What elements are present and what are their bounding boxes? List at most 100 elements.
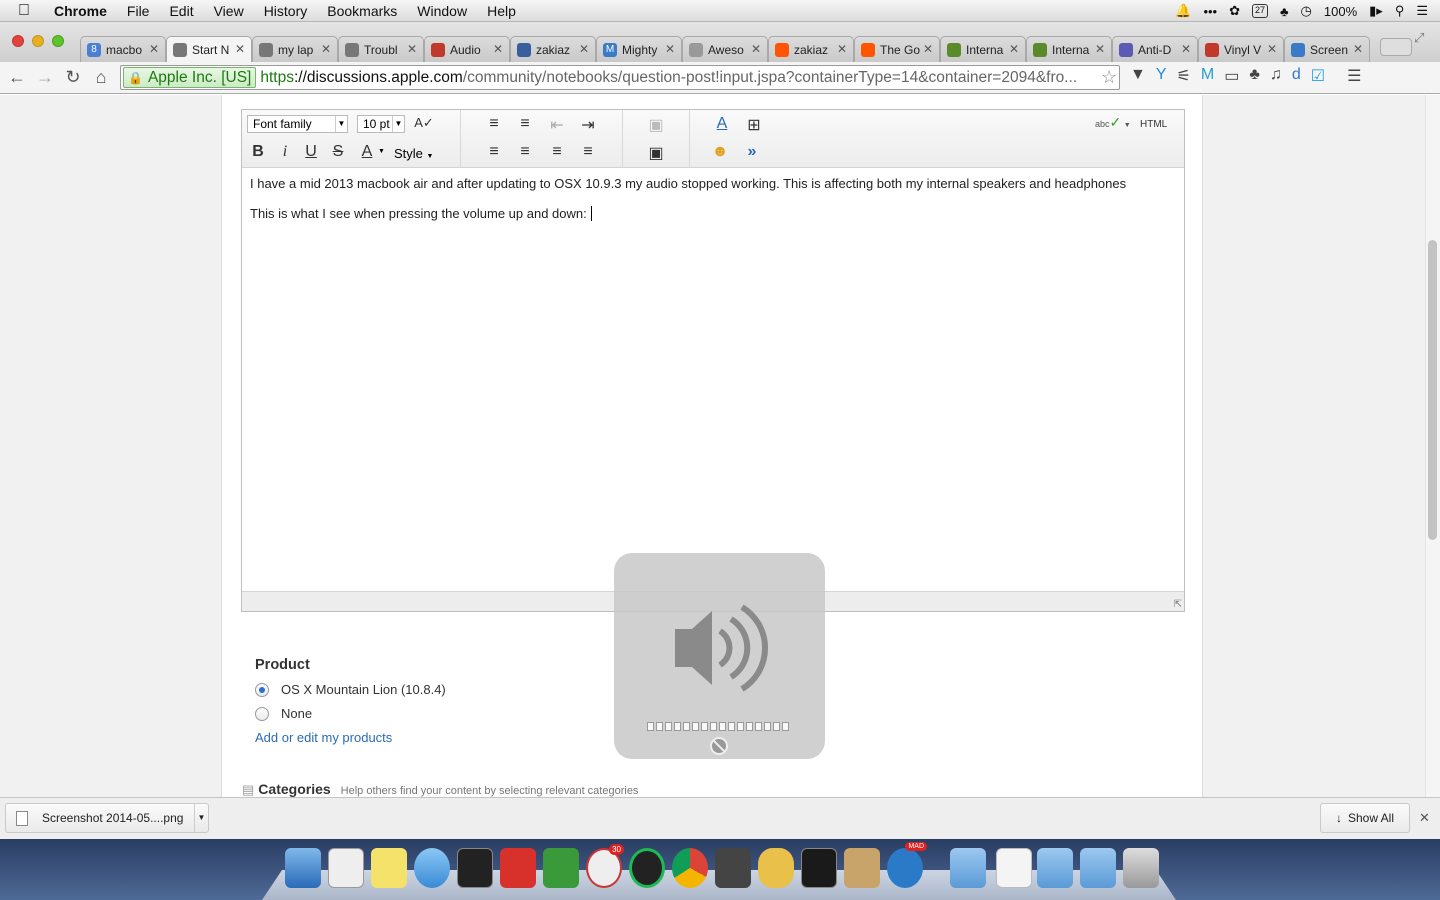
spotify-dock-icon[interactable] bbox=[629, 848, 665, 888]
underline-button[interactable]: U bbox=[301, 143, 321, 161]
scrollbar-thumb[interactable] bbox=[1428, 240, 1437, 540]
close-icon[interactable]: ✕ bbox=[321, 42, 331, 56]
utility-dock-icon[interactable] bbox=[844, 848, 880, 888]
bookmark-star-icon[interactable]: ☆ bbox=[1101, 67, 1117, 88]
download-menu-button[interactable]: ▼ bbox=[194, 804, 208, 832]
downloads-folder-dock-icon[interactable] bbox=[1080, 848, 1116, 888]
tab-8[interactable]: Aweso ✕ bbox=[682, 36, 768, 62]
tab-6[interactable]: zakiaz ✕ bbox=[510, 36, 596, 62]
ext-m-icon[interactable]: M bbox=[1201, 66, 1214, 86]
close-icon[interactable]: ✕ bbox=[1009, 42, 1019, 56]
radio-unselected[interactable] bbox=[255, 706, 269, 721]
close-downloads-icon[interactable]: ✕ bbox=[1419, 810, 1430, 826]
messages-dock-icon[interactable] bbox=[414, 848, 450, 888]
numbered-list-icon[interactable]: ≡ bbox=[515, 115, 535, 133]
menu-help[interactable]: Help bbox=[487, 3, 516, 19]
italic-button[interactable]: i bbox=[275, 143, 295, 161]
url-text[interactable]: https://discussions.apple.com/community/… bbox=[260, 69, 1077, 87]
terminal-dock-icon[interactable] bbox=[457, 848, 493, 888]
document-dock-icon[interactable] bbox=[996, 848, 1032, 888]
close-icon[interactable]: ✕ bbox=[837, 42, 847, 56]
back-arrow-icon[interactable]: ← bbox=[3, 67, 31, 88]
strikethrough-button[interactable]: S bbox=[328, 143, 348, 161]
tab-10[interactable]: The Go ✕ bbox=[854, 36, 940, 62]
pocket-icon[interactable]: ▼ bbox=[1130, 66, 1146, 86]
clear-format-icon[interactable]: A✓ bbox=[414, 115, 434, 131]
fullscreen-icon[interactable]: ⤢ bbox=[1414, 30, 1424, 46]
resize-handle[interactable]: ⇱ bbox=[1174, 599, 1182, 610]
new-tab-button[interactable] bbox=[1380, 38, 1412, 56]
notification-bell-icon[interactable]: 🔔 bbox=[1175, 3, 1191, 19]
menu-file[interactable]: File bbox=[127, 3, 150, 19]
vertical-scrollbar[interactable] bbox=[1425, 95, 1440, 797]
calendar-icon[interactable]: 27 bbox=[1252, 4, 1268, 18]
tab-5[interactable]: Audio ✕ bbox=[424, 36, 510, 62]
time-machine-icon[interactable]: ◷ bbox=[1301, 3, 1312, 19]
battery-percent[interactable]: 100% bbox=[1324, 4, 1357, 19]
bullet-list-icon[interactable]: ≡ bbox=[484, 115, 504, 133]
battery-icon[interactable]: ▮▸ bbox=[1369, 3, 1383, 19]
ext-check-icon[interactable]: ☑ bbox=[1311, 66, 1325, 86]
more-options-icon[interactable]: » bbox=[742, 143, 762, 161]
product-option-none[interactable]: None bbox=[255, 706, 446, 721]
close-icon[interactable]: ✕ bbox=[751, 42, 761, 56]
apple-menu-icon[interactable]:  bbox=[18, 2, 40, 20]
close-icon[interactable]: ✕ bbox=[579, 42, 589, 56]
video-icon[interactable]: ▣ bbox=[646, 115, 666, 135]
cast-icon[interactable]: ▭ bbox=[1224, 66, 1239, 86]
align-center-icon[interactable]: ≡ bbox=[515, 143, 535, 161]
menu-view[interactable]: View bbox=[214, 3, 244, 19]
show-all-downloads-button[interactable]: ↓ Show All bbox=[1320, 803, 1410, 833]
camera-icon[interactable]: ▣ bbox=[646, 143, 666, 163]
tab-11[interactable]: Interna ✕ bbox=[940, 36, 1026, 62]
trash-dock-icon[interactable] bbox=[1123, 848, 1159, 888]
finder-dock-icon[interactable] bbox=[285, 848, 321, 888]
close-icon[interactable]: ✕ bbox=[1181, 42, 1191, 56]
tab-9[interactable]: zakiaz ✕ bbox=[768, 36, 854, 62]
chrome-menu-icon[interactable]: ☰ bbox=[1347, 66, 1361, 86]
menu-bookmarks[interactable]: Bookmarks bbox=[327, 3, 397, 19]
reminders-dock-icon[interactable] bbox=[328, 848, 364, 888]
forward-arrow-icon[interactable]: → bbox=[31, 67, 59, 88]
music-note-icon[interactable]: ♫ bbox=[1270, 66, 1282, 86]
close-icon[interactable]: ✕ bbox=[1095, 42, 1105, 56]
database-dock-icon[interactable] bbox=[758, 848, 794, 888]
close-window-button[interactable] bbox=[12, 35, 24, 47]
link-icon[interactable]: A bbox=[712, 115, 732, 133]
download-item[interactable]: Screenshot 2014-05....png ▼ bbox=[5, 803, 209, 833]
align-right-icon[interactable]: ≡ bbox=[547, 143, 567, 161]
product-option-mountain-lion[interactable]: OS X Mountain Lion (10.8.4) bbox=[255, 682, 446, 697]
evernote-ext-icon[interactable]: ♣ bbox=[1249, 66, 1260, 86]
reload-icon[interactable]: ↻ bbox=[59, 67, 87, 88]
folder-dock-icon[interactable] bbox=[1037, 848, 1073, 888]
menu-app-chrome[interactable]: Chrome bbox=[54, 3, 107, 19]
evernote-dock-icon[interactable] bbox=[543, 848, 579, 888]
outdent-icon[interactable]: ⇤ bbox=[547, 115, 567, 135]
address-bar[interactable]: 🔒 Apple Inc. [US] https://discussions.app… bbox=[120, 65, 1120, 90]
chrome-dock-icon[interactable] bbox=[672, 848, 708, 888]
notification-center-icon[interactable]: ☰ bbox=[1416, 3, 1428, 19]
editor-body[interactable]: I have a mid 2013 macbook air and after … bbox=[242, 168, 1184, 244]
tab-2[interactable]: Start N ✕ bbox=[166, 36, 252, 62]
sublime-dock-icon[interactable] bbox=[715, 848, 751, 888]
tab-13[interactable]: Anti-D ✕ bbox=[1112, 36, 1198, 62]
text-color-button[interactable]: A bbox=[357, 143, 377, 161]
radio-selected[interactable] bbox=[255, 682, 269, 697]
activity-monitor-dock-icon[interactable] bbox=[801, 848, 837, 888]
tab-15[interactable]: Screen ✕ bbox=[1284, 36, 1370, 62]
close-icon[interactable]: ✕ bbox=[1267, 42, 1277, 56]
spotlight-search-icon[interactable]: ⚲ bbox=[1395, 3, 1405, 19]
menu-history[interactable]: History bbox=[264, 3, 308, 19]
font-size-select[interactable]: 10 pt ▼ bbox=[357, 115, 405, 133]
tab-14[interactable]: Vinyl V ✕ bbox=[1198, 36, 1284, 62]
close-icon[interactable]: ✕ bbox=[149, 42, 159, 56]
tab-3[interactable]: my lap ✕ bbox=[252, 36, 338, 62]
ext-y-icon[interactable]: Y bbox=[1156, 66, 1167, 86]
close-icon[interactable]: ✕ bbox=[493, 42, 503, 56]
close-icon[interactable]: ✕ bbox=[923, 42, 933, 56]
tab-4[interactable]: Troubl ✕ bbox=[338, 36, 424, 62]
evernote-menu-icon[interactable]: ♣ bbox=[1280, 4, 1289, 19]
close-icon[interactable]: ✕ bbox=[665, 42, 675, 56]
emoticon-icon[interactable]: ☻ bbox=[710, 143, 730, 161]
align-left-icon[interactable]: ≡ bbox=[484, 143, 504, 161]
